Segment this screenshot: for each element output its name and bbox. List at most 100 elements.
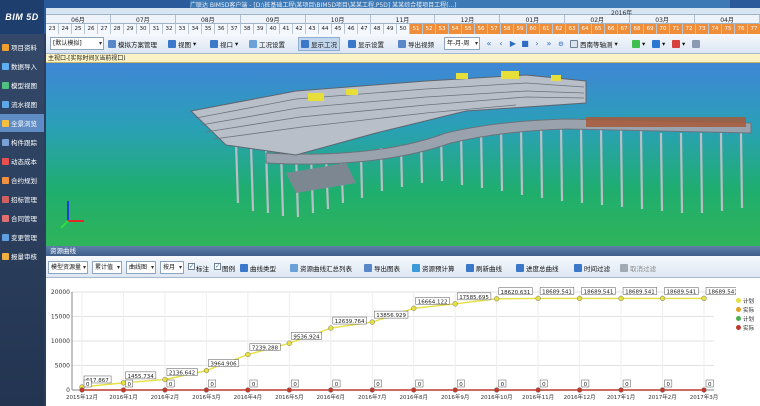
rewind-icon[interactable]: « [484, 38, 494, 49]
sidebar-item-6[interactable]: 动态成本 [0, 152, 44, 170]
model-resource-select[interactable]: 模型资源量 [48, 261, 88, 274]
legend-checkbox[interactable]: ✓ [214, 263, 221, 270]
timeline-day[interactable]: 50 [397, 24, 410, 34]
timeline-day[interactable]: 37 [228, 24, 241, 34]
timeline-day[interactable]: 61 [540, 24, 553, 34]
cumulative-select[interactable]: 累计值 [92, 261, 122, 274]
step-forward-icon[interactable]: › [532, 38, 542, 49]
timeline-day[interactable]: 51 [410, 24, 423, 34]
timeline[interactable]: 2016年 06月 07月 08月 09月 10月 11月 12月 01月 02月 03月 04月 … [46, 8, 760, 34]
view-button[interactable]: 视图 ▾ [168, 37, 196, 51]
sidebar-item-2[interactable]: 模型视图 [0, 76, 44, 94]
timeline-day[interactable]: 34 [189, 24, 202, 34]
date-format-select[interactable]: 年-月-周 [444, 37, 480, 50]
stop-icon[interactable]: ■ [520, 38, 530, 49]
color-picker-blue[interactable]: ▾ [652, 37, 665, 51]
sidebar-item-10[interactable]: 变更管理 [0, 228, 44, 246]
export-chart-button[interactable]: 导出图表 [364, 261, 400, 275]
timeline-day[interactable]: 72 [683, 24, 696, 34]
timeline-day[interactable]: 46 [345, 24, 358, 34]
simulation-select[interactable]: [默认模拟] [50, 37, 104, 50]
timeline-day[interactable]: 26 [85, 24, 98, 34]
sidebar-item-1[interactable]: 数据导入 [0, 57, 44, 75]
show-work-button[interactable]: 显示工况 [298, 37, 340, 51]
timeline-day[interactable]: 29 [124, 24, 137, 34]
timeline-day[interactable]: 25 [72, 24, 85, 34]
curve-type-button[interactable]: 曲线类型 [240, 261, 276, 275]
timeline-day[interactable]: 67 [618, 24, 631, 34]
timeline-day[interactable]: 23 [46, 24, 59, 34]
timeline-day[interactable]: 31 [150, 24, 163, 34]
timeline-day[interactable]: 77 [748, 24, 760, 34]
timeline-day[interactable]: 71 [670, 24, 683, 34]
timeline-day[interactable]: 33 [176, 24, 189, 34]
work-settings-button[interactable]: 工况设置 [249, 37, 285, 51]
sidebar-item-8[interactable]: 招标管理 [0, 190, 44, 208]
timeline-day[interactable]: 49 [384, 24, 397, 34]
tool-icon[interactable] [692, 37, 702, 51]
refresh-button[interactable]: 刷新曲线 [466, 261, 502, 275]
sidebar-item-9[interactable]: 合同管理 [0, 209, 44, 227]
timeline-day[interactable]: 58 [501, 24, 514, 34]
play-icon[interactable]: ▶ [508, 38, 518, 49]
camera-select-button[interactable]: 西南等轴测 ▾ [570, 37, 618, 51]
scheme-management-button[interactable]: 模拟方案管理 [108, 37, 157, 51]
timeline-day[interactable]: 70 [657, 24, 670, 34]
timeline-days[interactable]: 23 24 25 26 27 28 29 30 31 32 33 34 35 36 37 38 39 40 41 42… [46, 24, 760, 34]
timeline-day[interactable]: 40 [267, 24, 280, 34]
timeline-day[interactable]: 39 [254, 24, 267, 34]
timeline-day[interactable]: 59 [514, 24, 527, 34]
timeline-day[interactable]: 42 [293, 24, 306, 34]
timeline-day[interactable]: 66 [605, 24, 618, 34]
timeline-day[interactable]: 69 [644, 24, 657, 34]
sidebar-item-3[interactable]: 流水视图 [0, 95, 44, 113]
sidebar-item-0[interactable]: 项目资料 [0, 38, 44, 56]
timeline-day[interactable]: 53 [436, 24, 449, 34]
timeline-day[interactable]: 43 [306, 24, 319, 34]
display-settings-button[interactable]: 显示设置 [348, 37, 384, 51]
cancel-filter-button[interactable]: 取消过滤 [620, 261, 656, 275]
timeline-day[interactable]: 32 [163, 24, 176, 34]
timeline-day[interactable]: 64 [579, 24, 592, 34]
model-viewport[interactable] [46, 63, 760, 246]
timeline-day[interactable]: 60 [527, 24, 540, 34]
export-video-button[interactable]: 导出视频 [398, 37, 434, 51]
timeline-day[interactable]: 56 [475, 24, 488, 34]
timeline-day[interactable]: 73 [696, 24, 709, 34]
timeline-day[interactable]: 47 [358, 24, 371, 34]
timeline-day[interactable]: 35 [202, 24, 215, 34]
color-picker-green[interactable]: ▾ [632, 37, 645, 51]
timeline-day[interactable]: 65 [592, 24, 605, 34]
sidebar-item-11[interactable]: 报量审核 [0, 247, 44, 265]
timeline-day[interactable]: 48 [371, 24, 384, 34]
timeline-day[interactable]: 74 [709, 24, 722, 34]
timeline-day[interactable]: 57 [488, 24, 501, 34]
timeline-day[interactable]: 68 [631, 24, 644, 34]
timeline-day[interactable]: 28 [111, 24, 124, 34]
timeline-day[interactable]: 36 [215, 24, 228, 34]
timeline-day[interactable]: 52 [423, 24, 436, 34]
sidebar-item-4[interactable]: 全景浏览 [0, 114, 44, 132]
time-filter-button[interactable]: 时间过滤 [574, 261, 610, 275]
timeline-day[interactable]: 54 [449, 24, 462, 34]
timeline-day[interactable]: 75 [722, 24, 735, 34]
settings-gear-icon[interactable]: ⚙ [558, 37, 564, 51]
timeline-day[interactable]: 45 [332, 24, 345, 34]
fast-forward-icon[interactable]: » [544, 38, 554, 49]
sidebar-item-5[interactable]: 构件跟踪 [0, 133, 44, 151]
timeline-day[interactable]: 76 [735, 24, 748, 34]
timeline-day[interactable]: 44 [319, 24, 332, 34]
color-picker-red[interactable]: ▾ [672, 37, 685, 51]
step-back-icon[interactable]: ‹ [496, 38, 506, 49]
label-checkbox[interactable]: ✓ [188, 263, 195, 270]
summary-list-button[interactable]: 资源曲线汇总列表 [290, 261, 352, 275]
timeline-day[interactable]: 62 [553, 24, 566, 34]
timeline-day[interactable]: 41 [280, 24, 293, 34]
timeline-day[interactable]: 24 [59, 24, 72, 34]
period-select[interactable]: 按月 [160, 261, 184, 274]
timeline-day[interactable]: 38 [241, 24, 254, 34]
progress-curve-button[interactable]: 进度总曲线 [516, 261, 559, 275]
timeline-day[interactable]: 30 [137, 24, 150, 34]
forecast-button[interactable]: 资源预计算 [412, 261, 455, 275]
timeline-day[interactable]: 55 [462, 24, 475, 34]
